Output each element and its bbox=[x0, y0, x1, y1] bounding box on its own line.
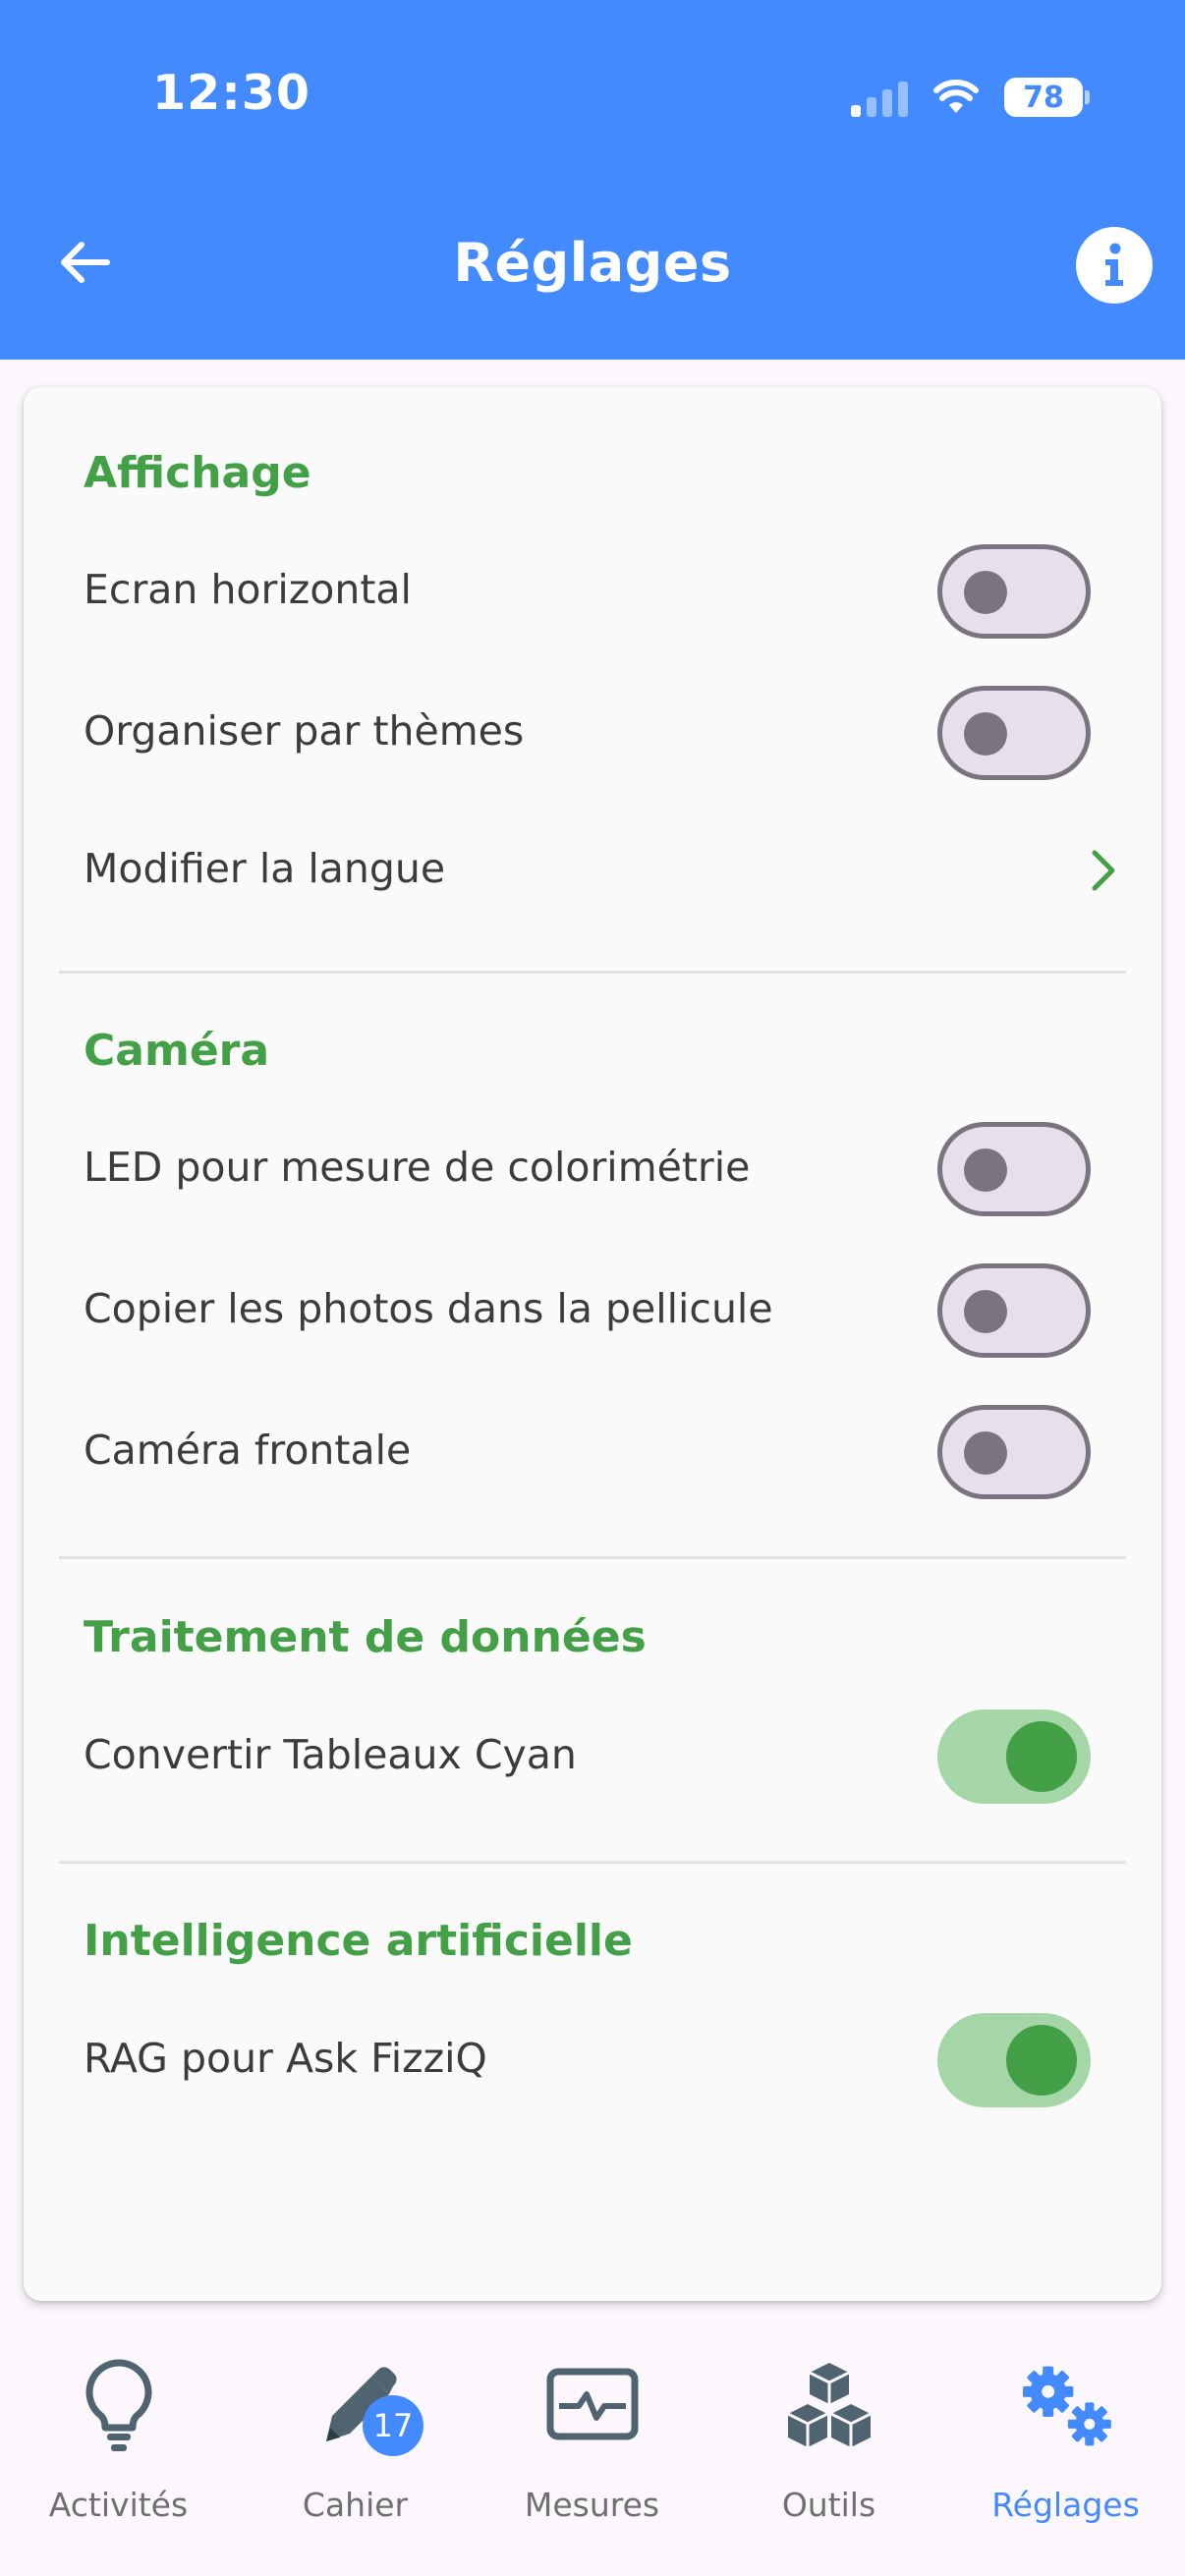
nav-label: Cahier bbox=[302, 2486, 409, 2524]
row-label-rag-ask-fizziq: RAG pour Ask FizziQ bbox=[84, 2035, 487, 2082]
wifi-icon bbox=[933, 80, 979, 113]
battery-level: 78 bbox=[1023, 80, 1064, 115]
notification-badge: 17 bbox=[363, 2395, 423, 2456]
section-title-affichage: Affichage bbox=[84, 448, 311, 498]
section-title-camera: Caméra bbox=[84, 1026, 270, 1076]
nav-label: Mesures bbox=[524, 2486, 660, 2524]
row-label-copier-photos: Copier les photos dans la pellicule bbox=[84, 1285, 773, 1332]
nav-item-reglages[interactable]: Réglages bbox=[947, 2319, 1184, 2576]
section-title-ia: Intelligence artificielle bbox=[84, 1916, 633, 1966]
toggle-knob bbox=[1006, 1721, 1077, 1792]
lightbulb-icon bbox=[65, 2352, 173, 2460]
nav-item-outils[interactable]: Outils bbox=[710, 2319, 947, 2576]
toggle-copier-photos[interactable] bbox=[937, 1263, 1091, 1358]
info-button[interactable] bbox=[1076, 227, 1153, 304]
row-label-led-colorimetrie: LED pour mesure de colorimétrie bbox=[84, 1144, 751, 1191]
nav-label: Outils bbox=[781, 2486, 876, 2524]
divider bbox=[59, 1861, 1126, 1864]
settings-screen: 12:30 78 Réglages Affichage Ecran horizo… bbox=[0, 0, 1185, 2576]
nav-item-cahier[interactable]: 17 Cahier bbox=[237, 2319, 474, 2576]
toggle-knob bbox=[964, 712, 1007, 756]
app-header: 12:30 78 Réglages bbox=[0, 0, 1185, 360]
divider bbox=[59, 971, 1126, 974]
row-label-organiser-par-themes: Organiser par thèmes bbox=[84, 707, 525, 755]
page-title: Réglages bbox=[453, 232, 732, 294]
bottom-navigation: Activités 17 Cahier Mesures Outils Régla… bbox=[0, 2319, 1185, 2576]
nav-item-mesures[interactable]: Mesures bbox=[474, 2319, 710, 2576]
status-icons: 78 bbox=[851, 73, 1090, 122]
toggle-convertir-tableaux-cyan[interactable] bbox=[937, 1709, 1091, 1804]
row-modifier-la-langue[interactable]: Modifier la langue bbox=[84, 845, 445, 892]
nav-label: Activités bbox=[48, 2486, 189, 2524]
toggle-knob bbox=[964, 571, 1007, 614]
nav-item-activites[interactable]: Activités bbox=[0, 2319, 237, 2576]
section-title-traitement: Traitement de données bbox=[84, 1612, 647, 1662]
row-label-camera-frontale: Caméra frontale bbox=[84, 1427, 412, 1474]
cubes-icon bbox=[775, 2352, 883, 2460]
cellular-signal-icon bbox=[851, 78, 908, 117]
pulse-monitor-icon bbox=[538, 2352, 647, 2460]
toggle-led-colorimetrie[interactable] bbox=[937, 1122, 1091, 1216]
toggle-knob bbox=[964, 1148, 1007, 1192]
gears-icon bbox=[1012, 2352, 1120, 2460]
row-label-ecran-horizontal: Ecran horizontal bbox=[84, 566, 412, 613]
toggle-knob bbox=[964, 1290, 1007, 1333]
toggle-knob bbox=[1006, 2025, 1077, 2096]
toggle-rag-ask-fizziq[interactable] bbox=[937, 2013, 1091, 2107]
toggle-camera-frontale[interactable] bbox=[937, 1405, 1091, 1499]
info-icon bbox=[1105, 243, 1123, 286]
battery-icon: 78 bbox=[1004, 78, 1090, 117]
toggle-organiser-par-themes[interactable] bbox=[937, 686, 1091, 780]
toggle-ecran-horizontal[interactable] bbox=[937, 544, 1091, 639]
row-label-convertir-tableaux-cyan: Convertir Tableaux Cyan bbox=[84, 1731, 577, 1778]
chevron-right-icon[interactable] bbox=[1079, 841, 1128, 900]
toggle-knob bbox=[964, 1431, 1007, 1475]
nav-label: Réglages bbox=[991, 2486, 1140, 2524]
status-time: 12:30 bbox=[152, 65, 310, 121]
divider bbox=[59, 1556, 1126, 1559]
settings-card: Affichage Ecran horizontal Organiser par… bbox=[24, 387, 1161, 2301]
